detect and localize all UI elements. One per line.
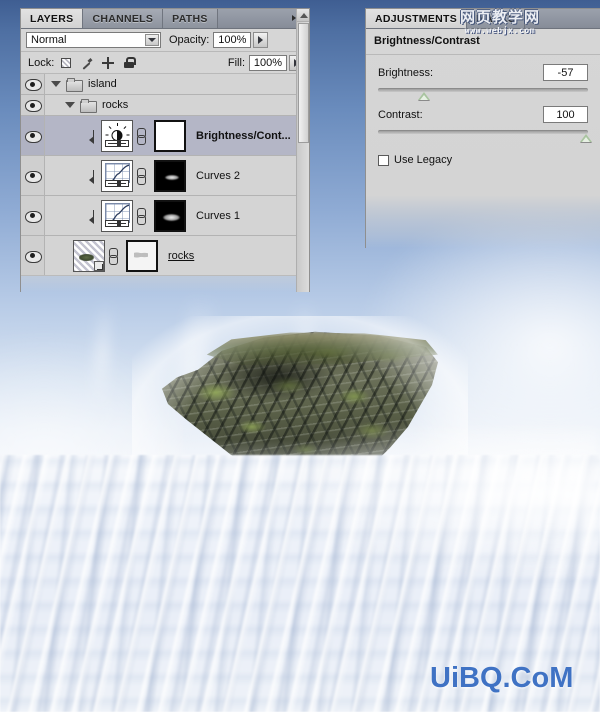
adjustments-panel: ADJUSTMENTS MASKS Brightness/Contrast Br… <box>365 8 600 248</box>
brightness-control: Brightness: -57 <box>366 55 600 100</box>
layers-list: island rocks Brightness/Cont... Curves 2… <box>21 74 309 276</box>
contrast-control: Contrast: 100 <box>366 92 600 142</box>
table-row[interactable]: rocks <box>21 95 309 116</box>
table-row[interactable]: island <box>21 74 309 95</box>
fill-label: Fill: <box>227 56 245 69</box>
curves-thumb[interactable] <box>101 199 133 232</box>
opacity-label: Opacity: <box>169 34 210 46</box>
lock-transparent-pixels-icon[interactable] <box>58 56 73 69</box>
use-legacy-label: Use Legacy <box>394 154 453 166</box>
chevron-down-icon[interactable] <box>145 34 159 46</box>
tabbar-spacer <box>217 9 287 28</box>
tab-adjustments-label: ADJUSTMENTS <box>375 12 458 25</box>
tab-layers-label: LAYERS <box>30 12 74 25</box>
lock-position-icon[interactable] <box>100 56 115 69</box>
tabbar-spacer <box>525 9 600 28</box>
island-shadow <box>216 354 336 401</box>
opacity-stepper[interactable] <box>253 32 269 48</box>
contrast-label: Contrast: <box>378 108 423 121</box>
blend-mode-select[interactable]: Normal <box>26 32 161 48</box>
opacity-input[interactable]: 100% <box>213 32 252 48</box>
layer-visibility-toggle[interactable] <box>21 116 45 155</box>
adjustment-title: Brightness/Contrast <box>374 35 480 47</box>
smart-object-badge <box>94 260 104 271</box>
brightness-label: Brightness: <box>378 66 434 79</box>
layer-name: island <box>88 78 117 90</box>
folder-icon <box>80 99 97 113</box>
scrollbar-thumb[interactable] <box>298 23 309 143</box>
contrast-input[interactable]: 100 <box>543 106 588 123</box>
layer-name: rocks <box>102 99 129 111</box>
blend-mode-value: Normal <box>31 34 67 46</box>
sun-streak <box>270 430 600 580</box>
layer-name: Brightness/Cont... <box>196 129 291 142</box>
layer-visibility-toggle[interactable] <box>21 196 45 235</box>
link-icon[interactable] <box>136 127 146 145</box>
layers-panel: LAYERS CHANNELS PATHS Normal Opacity: 10… <box>20 8 310 292</box>
link-icon[interactable] <box>108 247 118 265</box>
layer-visibility-toggle[interactable] <box>21 156 45 195</box>
tab-channels[interactable]: CHANNELS <box>83 9 164 28</box>
brightness-contrast-thumb[interactable] <box>101 119 133 152</box>
table-row[interactable]: Curves 2 <box>21 156 309 196</box>
link-icon[interactable] <box>136 167 146 185</box>
eye-icon <box>25 130 42 143</box>
eye-icon <box>25 170 42 183</box>
eye-icon <box>25 250 42 263</box>
eye-icon <box>25 79 42 91</box>
layer-mask-thumbnail[interactable] <box>154 199 186 232</box>
layer-visibility-toggle[interactable] <box>21 74 45 94</box>
brightness-input[interactable]: -57 <box>543 64 588 81</box>
clipping-mask-icon <box>89 209 99 224</box>
tab-paths[interactable]: PATHS <box>163 9 218 28</box>
tab-paths-label: PATHS <box>172 12 208 25</box>
layer-name: Curves 2 <box>196 169 241 182</box>
layer-name: Curves 1 <box>196 209 241 222</box>
tab-layers[interactable]: LAYERS <box>21 9 84 28</box>
table-row[interactable]: Brightness/Cont... <box>21 116 309 156</box>
layers-panel-tabbar: LAYERS CHANNELS PATHS <box>21 9 309 29</box>
contrast-slider-track[interactable] <box>378 130 592 142</box>
brightness-slider-track[interactable] <box>378 88 588 100</box>
layer-visibility-toggle[interactable] <box>21 95 45 115</box>
scroll-up-button[interactable] <box>297 9 309 22</box>
layers-scrollbar[interactable] <box>296 9 309 292</box>
curves-thumb[interactable] <box>101 159 133 192</box>
eye-icon <box>25 100 42 112</box>
use-legacy-row[interactable]: Use Legacy <box>366 134 600 166</box>
lock-image-pixels-icon[interactable] <box>79 56 94 69</box>
rocks-thumb[interactable] <box>73 239 105 272</box>
clipping-mask-icon <box>89 169 99 184</box>
tab-masks[interactable]: MASKS <box>467 9 526 28</box>
brightness-slider-handle[interactable] <box>418 92 431 100</box>
blend-mode-row: Normal Opacity: 100% <box>21 29 309 52</box>
layer-mask-thumbnail[interactable] <box>154 159 186 192</box>
layer-mask-thumbnail[interactable] <box>154 119 186 152</box>
vector-mask-thumbnail[interactable] <box>126 239 158 272</box>
adjustments-panel-tabbar: ADJUSTMENTS MASKS <box>366 9 600 29</box>
use-legacy-checkbox[interactable] <box>378 154 389 166</box>
clipping-mask-icon <box>89 129 99 144</box>
eye-icon <box>25 210 42 223</box>
tab-adjustments[interactable]: ADJUSTMENTS <box>366 9 468 28</box>
folder-icon <box>66 78 83 92</box>
tab-masks-label: MASKS <box>476 12 516 25</box>
lock-label: Lock: <box>28 56 55 69</box>
table-row[interactable]: rocks <box>21 236 309 276</box>
layer-visibility-toggle[interactable] <box>21 236 45 275</box>
layer-name: rocks <box>168 249 195 262</box>
lock-row: Lock: Fill: 100% <box>21 52 309 74</box>
table-row[interactable]: Curves 1 <box>21 196 309 236</box>
tab-channels-label: CHANNELS <box>92 12 154 25</box>
chevron-down-icon[interactable] <box>65 102 75 108</box>
chevron-down-icon[interactable] <box>51 81 61 87</box>
link-icon[interactable] <box>136 207 146 225</box>
fill-input[interactable]: 100% <box>249 54 287 71</box>
contrast-slider-handle[interactable] <box>579 134 592 142</box>
lock-all-icon[interactable] <box>121 56 136 69</box>
